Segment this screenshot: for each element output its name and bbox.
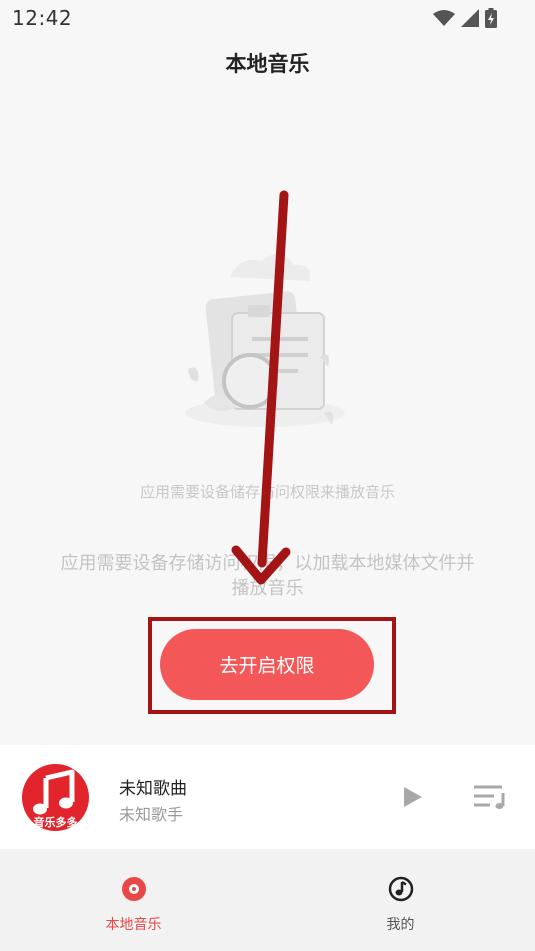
status-bar: 12:42 (0, 0, 535, 36)
signal-icon (461, 9, 479, 27)
playlist-icon[interactable] (472, 783, 508, 811)
permission-hint: 应用需要设备储存访问权限来播放音乐 (139, 483, 395, 501)
tab-label: 我的 (386, 917, 415, 933)
tab-mine[interactable]: 我的 (267, 849, 534, 951)
album-art[interactable]: 音乐多多 (22, 764, 89, 831)
song-artist[interactable]: 未知歌手 (119, 801, 183, 825)
album-logo-text: 音乐多多 (33, 816, 78, 829)
page-title: 本地音乐 (225, 52, 310, 76)
disc-icon (122, 877, 146, 901)
status-icons (433, 8, 497, 28)
empty-document-icon (185, 253, 345, 427)
mini-player[interactable]: 音乐多多 未知歌曲 未知歌手 (0, 745, 535, 849)
battery-icon (485, 8, 497, 28)
grant-permission-button[interactable]: 去开启权限 (160, 629, 374, 700)
status-time: 12:42 (12, 6, 73, 30)
wifi-icon (433, 10, 455, 26)
tab-label: 本地音乐 (105, 917, 162, 933)
permission-description: 应用需要设备存储访问权限，以加载本地媒体文件并播放音乐 (60, 553, 475, 599)
music-note-circle-icon (388, 876, 414, 902)
bottom-tab-bar: 本地音乐 我的 (0, 849, 535, 951)
tab-local-music[interactable]: 本地音乐 (0, 849, 267, 951)
song-title[interactable]: 未知歌曲 (119, 774, 187, 799)
play-icon[interactable] (398, 783, 426, 811)
